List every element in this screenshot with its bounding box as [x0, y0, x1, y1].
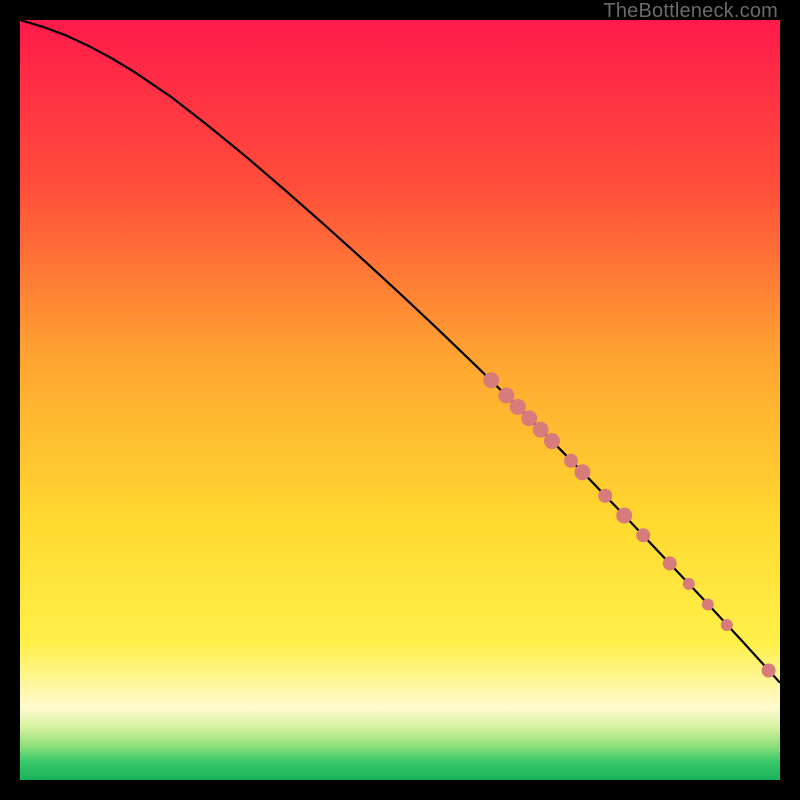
watermark-text: TheBottleneck.com — [603, 0, 778, 23]
scatter-point — [663, 556, 677, 570]
scatter-point — [564, 454, 578, 468]
scatter-point — [533, 422, 549, 438]
scatter-point — [636, 528, 650, 542]
scatter-point — [762, 664, 776, 678]
scatter-point — [702, 598, 714, 610]
scatter-point — [616, 508, 632, 524]
chart-background — [20, 20, 780, 780]
scatter-point — [683, 578, 695, 590]
scatter-point — [544, 433, 560, 449]
scatter-point — [574, 464, 590, 480]
scatter-point — [598, 489, 612, 503]
scatter-point — [498, 387, 514, 403]
chart-frame — [20, 20, 780, 780]
scatter-point — [483, 372, 499, 388]
chart-svg — [20, 20, 780, 780]
scatter-point — [510, 399, 526, 415]
scatter-point — [721, 619, 733, 631]
scatter-point — [521, 410, 537, 426]
